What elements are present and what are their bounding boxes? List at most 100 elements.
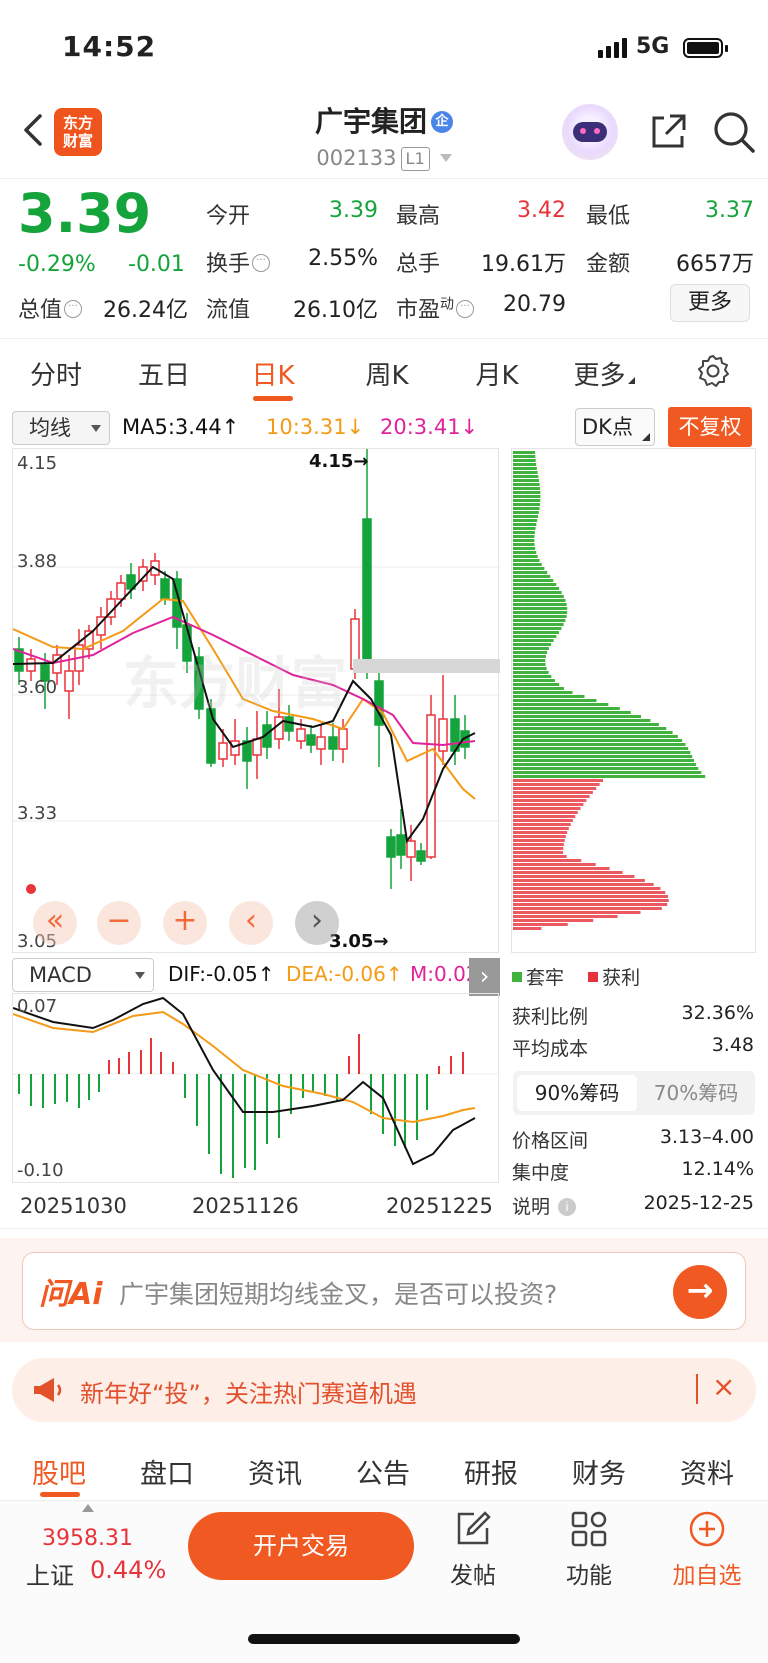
high-label: 最高 — [396, 204, 441, 229]
tab-research[interactable]: 研报 — [464, 1452, 518, 1491]
chip-bar-trapped — [513, 627, 562, 630]
concentration-value: 12.14% — [681, 1158, 754, 1180]
index-name[interactable]: 上证 — [26, 1556, 74, 1591]
tab-pankou[interactable]: 盘口 — [140, 1452, 194, 1491]
chip-bar-trapped — [513, 703, 609, 706]
tab-daily-k[interactable]: 日K — [240, 355, 306, 392]
index-value[interactable]: 3958.31 — [42, 1526, 133, 1551]
chip-bar-profit — [513, 839, 565, 842]
announcement-banner[interactable]: 新年好“投”，关注热门赛道机遇 × — [12, 1358, 756, 1422]
candle-body — [296, 728, 306, 742]
y-label-max: 4.15 — [17, 453, 58, 474]
chip-bar-profit — [513, 855, 567, 858]
zoom-in-button[interactable]: + — [163, 901, 207, 945]
chip-bar-profit — [513, 791, 593, 794]
tab-finance[interactable]: 财务 — [572, 1452, 626, 1491]
current-price: 3.39 — [18, 182, 152, 245]
high-value: 3.42 — [517, 198, 566, 223]
low-value: 3.37 — [705, 198, 754, 223]
tab-chip-70[interactable]: 70%筹码 — [641, 1075, 751, 1111]
chip-bar-profit — [513, 815, 576, 818]
tab-monthly-k[interactable]: 月K — [464, 355, 530, 392]
scroll-right-button[interactable]: › — [295, 901, 339, 945]
macd-select[interactable]: MACD — [12, 958, 154, 992]
chip-bar-trapped — [513, 615, 567, 618]
tab-chip-90[interactable]: 90%筹码 — [517, 1075, 637, 1111]
tab-announcements[interactable]: 公告 — [356, 1452, 410, 1491]
candle-body — [338, 728, 348, 750]
open-account-trade-button[interactable]: 开户交易 — [188, 1512, 414, 1580]
edit-icon[interactable] — [454, 1510, 492, 1552]
chip-bar-trapped — [513, 639, 554, 642]
tab-weekly-k[interactable]: 周K — [354, 355, 420, 392]
kline-chart[interactable]: 东方财富 4.15 3.88 3.60 3.33 3.05 4.15→ 3.05… — [12, 448, 500, 953]
tab-news[interactable]: 资讯 — [248, 1452, 302, 1491]
macd-chart[interactable]: 0.07 -0.10 — [12, 993, 500, 1183]
no-adjust-button[interactable]: 不复权 — [668, 407, 752, 447]
chip-bar-trapped — [513, 555, 538, 558]
network-label: 5G — [636, 34, 670, 59]
chip-bar-trapped — [513, 579, 554, 582]
arrow-right-icon[interactable]: → — [673, 1265, 727, 1319]
chip-bar-trapped — [513, 499, 541, 502]
chip-bar-profit — [513, 847, 564, 850]
tab-profile[interactable]: 资料 — [680, 1452, 734, 1491]
share-icon[interactable] — [648, 110, 690, 152]
battery-icon — [683, 38, 723, 58]
dk-point-button[interactable]: DK点 — [575, 408, 655, 446]
price-range-value: 3.13–4.00 — [659, 1126, 754, 1148]
candle-body — [438, 718, 448, 752]
index-percent[interactable]: 0.44% — [90, 1556, 166, 1584]
chip-bar-profit — [513, 895, 669, 898]
tab-intraday[interactable]: 分时 — [26, 355, 86, 392]
tab-five-day[interactable]: 五日 — [134, 355, 194, 392]
tab-more[interactable]: 更多 — [568, 355, 640, 392]
chip-bar-trapped — [513, 495, 541, 498]
enterprise-badge: 企 — [431, 111, 453, 133]
level-badge: L1 — [400, 147, 430, 171]
chip-bar-profit — [513, 779, 603, 782]
ai-robot-icon[interactable] — [562, 104, 618, 160]
chip-bar-trapped — [513, 687, 565, 690]
chip-bar-trapped — [513, 643, 552, 646]
avg-cost-label: 平均成本 — [512, 1038, 589, 1060]
close-icon[interactable]: × — [712, 1370, 735, 1403]
low-label: 最低 — [586, 204, 631, 229]
zoom-out-button[interactable]: − — [97, 901, 141, 945]
chip-bar-profit — [513, 783, 600, 786]
chip-bar-trapped — [513, 731, 673, 734]
gear-icon[interactable] — [696, 354, 730, 388]
search-icon[interactable] — [712, 110, 756, 154]
change-percent: -0.29% — [18, 252, 96, 277]
scroll-left-button[interactable]: ‹ — [229, 901, 273, 945]
chip-bar-trapped — [513, 535, 535, 538]
chip-bar-trapped — [513, 735, 678, 738]
profit-ratio-value: 32.36% — [681, 1002, 754, 1024]
chevron-right-icon[interactable]: › — [469, 958, 500, 996]
chip-legend: 套牢 获利 — [512, 963, 640, 990]
grid-icon[interactable] — [570, 1510, 608, 1552]
chip-bar-profit — [513, 907, 662, 910]
post-label[interactable]: 发帖 — [428, 1556, 518, 1590]
more-button[interactable]: 更多 — [670, 284, 750, 322]
tab-guba[interactable]: 股吧 — [32, 1452, 86, 1491]
chip-bar-trapped — [513, 575, 551, 578]
caret-up-icon — [82, 1504, 94, 1512]
chip-bar-trapped — [513, 675, 552, 678]
function-label[interactable]: 功能 — [544, 1556, 634, 1590]
ai-question-bar[interactable]: 问Ai 广宇集团短期均线金叉，是否可以投资? → — [22, 1252, 746, 1330]
note-label[interactable]: 说明 i — [512, 1192, 577, 1219]
chevron-down-icon — [439, 154, 452, 162]
ma-select[interactable]: 均线 — [12, 411, 110, 445]
announcement-text: 新年好“投”，关注热门赛道机遇 — [80, 1380, 417, 1408]
chip-bar-trapped — [513, 695, 585, 698]
rewind-button[interactable]: « — [33, 901, 77, 945]
chip-bar-profit — [513, 823, 571, 826]
add-watchlist-label[interactable]: 加自选 — [662, 1556, 752, 1590]
change-amount: -0.01 — [128, 252, 185, 277]
macd-y-bottom: -0.10 — [17, 1160, 64, 1181]
chip-bar-trapped — [513, 451, 536, 454]
ma10-value: 10:3.31↓ — [266, 415, 365, 439]
add-circle-icon[interactable] — [688, 1510, 726, 1552]
dif-value: DIF:-0.05↑ — [168, 962, 275, 986]
